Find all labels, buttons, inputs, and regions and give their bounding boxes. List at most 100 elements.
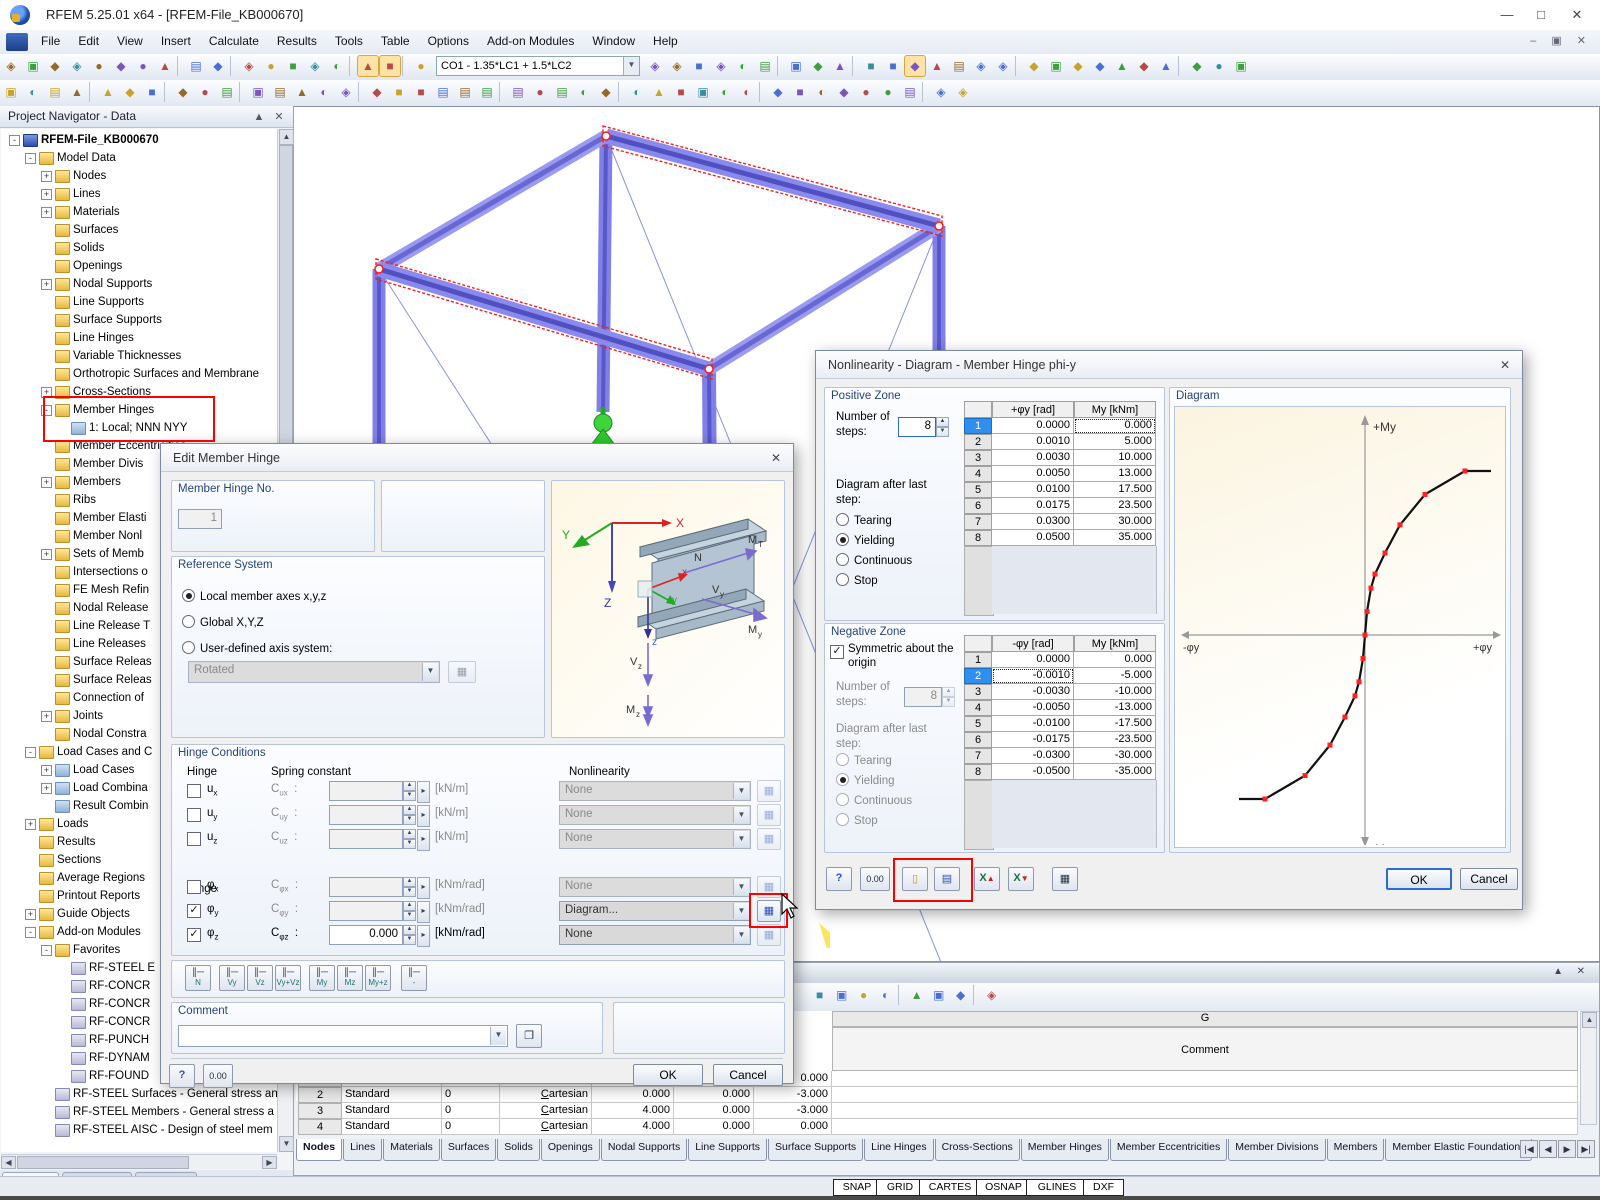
edit-nonlinearity-button-uz[interactable]: ▦ (757, 828, 781, 850)
nonlinearity-combo-φz[interactable]: None ▼ (559, 925, 751, 945)
status-toggle-grid[interactable]: GRID (876, 1179, 924, 1196)
grid-33-icon[interactable]: ● (878, 82, 898, 102)
radio-continuous[interactable]: Continuous (836, 553, 912, 568)
values-xx-icon[interactable]: ◈ (711, 56, 731, 76)
radio-stop[interactable]: Stop (836, 813, 878, 828)
print-preview-icon[interactable]: ▲ (155, 56, 175, 76)
glasses-icon[interactable]: ▣ (786, 56, 806, 76)
quick-hinge-button-vy[interactable]: ∥─ Vy (219, 965, 245, 991)
scroll-left-icon[interactable]: ◀ (1, 1156, 16, 1169)
sheet-tab-openings[interactable]: Openings (540, 1139, 600, 1161)
tree-item-variable-thicknesses[interactable]: Variable Thicknesses (1, 347, 277, 365)
detail-arrow-button[interactable]: ▸ (417, 829, 430, 851)
sheet-tab-member-hinges[interactable]: Member Hinges (1020, 1139, 1109, 1161)
member-add-icon[interactable]: ◆ (120, 82, 140, 102)
radio-local-axes[interactable]: Local member axes x,y,z (182, 589, 326, 604)
menu-tools[interactable]: Tools (326, 30, 372, 52)
dialog-title[interactable]: Nonlinearity - Diagram - Member Hinge ph… (816, 351, 1522, 379)
mirror-selection-icon[interactable]: ◆ (1068, 56, 1088, 76)
rotate-selection-icon[interactable]: ▣ (1046, 56, 1066, 76)
scroll-up-icon[interactable]: ▲ (279, 129, 294, 145)
table-cell[interactable]: 0.000 (1074, 418, 1156, 434)
tree-item-openings[interactable]: Openings (1, 257, 277, 275)
view-y-icon[interactable]: ■ (671, 82, 691, 102)
radio-tearing[interactable]: Tearing (836, 513, 892, 528)
expand-icon[interactable]: + (41, 783, 52, 794)
cancel-button[interactable]: Cancel (713, 1064, 783, 1086)
nonlinearity-combo-uz[interactable]: None ▼ (559, 829, 751, 849)
nonlinearity-combo-uy[interactable]: None ▼ (559, 805, 751, 825)
maximize-icon[interactable]: □ (1524, 4, 1558, 26)
excel-icon[interactable]: ● (854, 985, 874, 1005)
spring-constant-field-φz[interactable]: 0.000 (329, 925, 403, 945)
collapse-icon[interactable]: - (25, 153, 36, 164)
table-cell[interactable]: 5.000 (1074, 434, 1156, 450)
nonlinearity-combo-φy[interactable]: Diagram... ▼ (559, 901, 751, 921)
help-icon[interactable]: ? (169, 1064, 195, 1088)
row-number[interactable]: 1 (964, 652, 992, 668)
tree-item-rf-steel-surfaces-general-stress-an[interactable]: RF-STEEL Surfaces - General stress an (1, 1085, 277, 1103)
pencil-view-icon[interactable]: ◐ (737, 82, 757, 102)
spring-constant-field-ux[interactable] (329, 781, 403, 801)
table-cell[interactable]: 0.000 (592, 1087, 674, 1103)
symmetric-checkbox[interactable]: ✓ (830, 645, 844, 659)
sheet-tab-members[interactable]: Members (1326, 1139, 1385, 1161)
checkbox-ux[interactable] (187, 784, 201, 798)
quick-hinge-button-mz[interactable]: ∥─ Mz (337, 965, 363, 991)
spin-up-icon[interactable]: ▲ (403, 781, 416, 791)
dim-frame-icon[interactable]: ▤ (217, 82, 237, 102)
load-generate-icon[interactable]: ▤ (477, 82, 497, 102)
tree-item-cross-sections[interactable]: + Cross-Sections (1, 383, 277, 401)
row-number[interactable]: 2 (964, 434, 992, 450)
row-number[interactable]: 5 (964, 716, 992, 732)
expand-icon[interactable]: + (41, 207, 52, 218)
menu-file[interactable]: File (32, 30, 69, 52)
menu-insert[interactable]: Insert (152, 30, 200, 52)
table-cell[interactable]: 0.000 (754, 1119, 832, 1135)
table-view-icon[interactable]: ▲ (357, 55, 379, 77)
isometric-icon[interactable]: ◐ (627, 82, 647, 102)
scroll-right-icon[interactable]: ▶ (262, 1156, 277, 1169)
mirror-node-icon[interactable]: ▤ (949, 56, 969, 76)
pos-steps-field[interactable]: 8 (898, 417, 936, 437)
edit-axes-button[interactable]: ▦ (448, 661, 476, 683)
tab-navigation[interactable]: |◀ ◀ ▶ ▶| (1519, 1140, 1595, 1158)
result-xx-icon[interactable]: ▤ (755, 56, 775, 76)
table-cell[interactable]: 0.0300 (992, 514, 1074, 530)
menu-calculate[interactable]: Calculate (200, 30, 268, 52)
radio-user-axes[interactable]: User-defined axis system: (182, 641, 332, 656)
expand-icon[interactable]: + (41, 189, 52, 200)
table-cell[interactable]: 0.0000 (992, 652, 1074, 668)
pos-steps-down[interactable]: ▼ (936, 427, 949, 437)
list-view-icon[interactable]: ▤ (900, 82, 920, 102)
zoom-out-icon[interactable]: ▤ (552, 82, 572, 102)
pos-steps-up[interactable]: ▲ (936, 417, 949, 427)
collapse-icon[interactable]: - (9, 135, 20, 146)
menu-help[interactable]: Help (644, 30, 687, 52)
comment-cell[interactable] (832, 1071, 1578, 1087)
menu-table[interactable]: Table (372, 30, 419, 52)
comment-combo[interactable]: ▼ (178, 1025, 508, 1047)
radio-stop[interactable]: Stop (836, 573, 878, 588)
mdi-window-controls[interactable]: – ▣ ✕ (1530, 34, 1592, 47)
load-solid-icon[interactable]: ▤ (455, 82, 475, 102)
member-hinge-no-field[interactable]: 1 (178, 509, 222, 529)
table-cell[interactable]: 0.0175 (992, 498, 1074, 514)
table-cell[interactable]: 13.000 (1074, 466, 1156, 482)
polyline-icon[interactable]: ▲ (67, 82, 87, 102)
percent-icon[interactable]: ◐ (715, 82, 735, 102)
detail-arrow-button[interactable]: ▸ (417, 781, 430, 803)
undo-icon[interactable]: ▤ (186, 56, 206, 76)
table-cell[interactable]: Cartesian (500, 1087, 592, 1103)
table-cell[interactable]: -0.0010 (992, 668, 1074, 684)
pin-icon[interactable]: ▲ (1553, 966, 1563, 977)
load-line-icon[interactable]: ■ (411, 82, 431, 102)
nonlinearity-combo-φx[interactable]: None ▼ (559, 877, 751, 897)
table-cell[interactable]: -0.0030 (992, 684, 1074, 700)
comment-copy-button[interactable]: ❐ (516, 1024, 542, 1048)
row-number[interactable]: 1 (964, 418, 992, 434)
spin-down-icon[interactable]: ▼ (403, 935, 416, 945)
select-zoom-icon[interactable]: ▤ (508, 82, 528, 102)
line-dim-icon[interactable]: ◐ (23, 82, 43, 102)
menu-view[interactable]: View (108, 30, 152, 52)
